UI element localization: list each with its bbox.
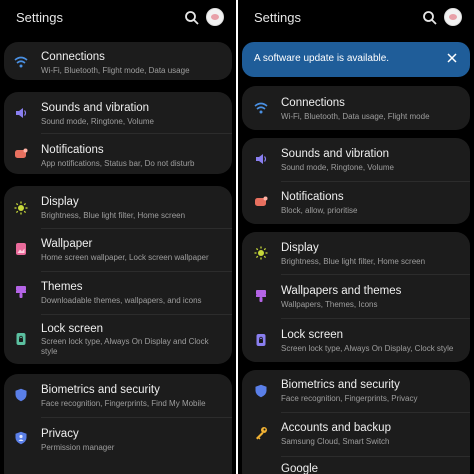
list-item-connections[interactable]: Connections Wi-Fi, Bluetooth, Flight mod… [4,42,232,80]
shield-icon [254,384,268,398]
item-subtitle: Home screen wallpaper, Lock screen wallp… [41,253,209,262]
item-title: Themes [41,281,83,293]
brush-icon [14,285,28,299]
lock-icon [14,332,28,346]
item-title: Display [281,242,319,254]
item-subtitle: Sound mode, Ringtone, Volume [281,163,394,172]
notification-icon [14,147,28,161]
item-title: Google [281,463,319,474]
search-icon[interactable] [422,10,438,26]
item-subtitle: Permission manager [41,443,115,452]
list-item-notifications[interactable]: Notifications App notifications, Status … [4,134,232,174]
list-item-google[interactable]: Google [242,457,470,474]
item-subtitle: Sound mode, Ringtone, Volume [41,117,154,126]
list-item-sounds[interactable]: Sounds and vibration Sound mode, Rington… [242,138,470,180]
brightness-icon [14,201,28,215]
card-display-group: Display Brightness, Blue light filter, H… [242,232,470,362]
list-item-biometrics[interactable]: Biometrics and security Face recognition… [242,370,470,412]
settings-screen-right: Settings A software update is available.… [238,0,474,474]
list-item-privacy[interactable]: Privacy Permission manager [4,418,232,458]
avatar[interactable] [444,8,462,26]
lock-icon [254,333,268,347]
list-item-sounds[interactable]: Sounds and vibration Sound mode, Rington… [4,92,232,132]
item-title: Notifications [41,144,104,156]
privacy-shield-icon [14,431,28,445]
list-item-biometrics[interactable]: Biometrics and security Face recognition… [4,374,232,416]
item-subtitle: Wi-Fi, Bluetooth, Data usage, Flight mod… [281,112,430,121]
page-title: Settings [254,10,301,25]
item-title: Privacy [41,428,79,440]
item-subtitle: Face recognition, Fingerprints, Find My … [41,399,206,408]
list-item-display[interactable]: Display Brightness, Blue light filter, H… [4,186,232,228]
item-title: Notifications [281,191,344,203]
settings-screen-left: Settings Connections Wi-Fi, Bluetooth, F… [0,0,236,474]
item-subtitle: Block, allow, prioritise [281,206,358,215]
card-security-group: Biometrics and security Face recognition… [242,370,470,474]
banner-text: A software update is available. [254,53,390,64]
item-subtitle: Downloadable themes, wallpapers, and ico… [41,296,202,305]
item-title: Wallpaper [41,238,93,250]
item-title: Biometrics and security [41,384,160,396]
speaker-icon [254,152,268,166]
card-display-group: Display Brightness, Blue light filter, H… [4,186,232,364]
item-subtitle: Screen lock type, Always On Display, Clo… [281,344,454,353]
item-title: Sounds and vibration [281,148,390,160]
card-connections: Connections Wi-Fi, Bluetooth, Flight mod… [4,42,232,80]
item-title: Biometrics and security [281,379,400,391]
wallpaper-icon [14,242,28,256]
list-item-accounts-backup[interactable]: Accounts and backup Samsung Cloud, Smart… [242,413,470,456]
item-subtitle: Screen lock type, Always On Display and … [41,337,209,356]
item-title: Sounds and vibration [41,102,150,114]
header: Settings [238,0,474,36]
list-item-lock-screen[interactable]: Lock screen Screen lock type, Always On … [4,315,232,364]
item-title: Connections [281,97,345,109]
card-sounds-notifications: Sounds and vibration Sound mode, Rington… [4,92,232,174]
list-item-lock-screen[interactable]: Lock screen Screen lock type, Always On … [242,319,470,362]
item-subtitle: Wallpapers, Themes, Icons [281,300,378,309]
software-update-banner[interactable]: A software update is available. [242,42,470,77]
item-subtitle: Brightness, Blue light filter, Home scre… [41,211,186,220]
list-item-display[interactable]: Display Brightness, Blue light filter, H… [242,232,470,274]
item-subtitle: App notifications, Status bar, Do not di… [41,159,195,168]
speaker-icon [14,106,28,120]
item-title: Wallpapers and themes [281,285,402,297]
brightness-icon [254,246,268,260]
avatar[interactable] [206,8,224,26]
page-title: Settings [16,10,63,25]
card-sounds-notifications: Sounds and vibration Sound mode, Rington… [242,138,470,224]
item-title: Lock screen [281,329,344,341]
card-security-group: Biometrics and security Face recognition… [4,374,232,474]
item-subtitle: Brightness, Blue light filter, Home scre… [281,257,426,266]
item-subtitle: Samsung Cloud, Smart Switch [281,437,390,446]
brush-icon [254,289,268,303]
item-title: Lock screen [41,323,104,335]
list-item-wallpaper[interactable]: Wallpaper Home screen wallpaper, Lock sc… [4,229,232,271]
item-subtitle: Face recognition, Fingerprints, Privacy [281,394,418,403]
shield-icon [14,388,28,402]
key-icon [254,426,268,440]
list-item-notifications[interactable]: Notifications Block, allow, prioritise [242,182,470,224]
wifi-icon [254,101,268,115]
list-item-themes[interactable]: Themes Downloadable themes, wallpapers, … [4,272,232,314]
card-connections: Connections Wi-Fi, Bluetooth, Data usage… [242,86,470,130]
notification-icon [254,195,268,209]
search-icon[interactable] [184,10,200,26]
list-item-wallpapers-themes[interactable]: Wallpapers and themes Wallpapers, Themes… [242,275,470,318]
item-title: Accounts and backup [281,422,391,434]
header: Settings [0,0,236,36]
item-title: Connections [41,51,105,63]
wifi-icon [14,55,28,69]
close-icon[interactable] [446,52,458,64]
item-title: Display [41,196,79,208]
item-subtitle: Wi-Fi, Bluetooth, Flight mode, Data usag… [41,66,190,75]
list-item-connections[interactable]: Connections Wi-Fi, Bluetooth, Data usage… [242,86,470,130]
